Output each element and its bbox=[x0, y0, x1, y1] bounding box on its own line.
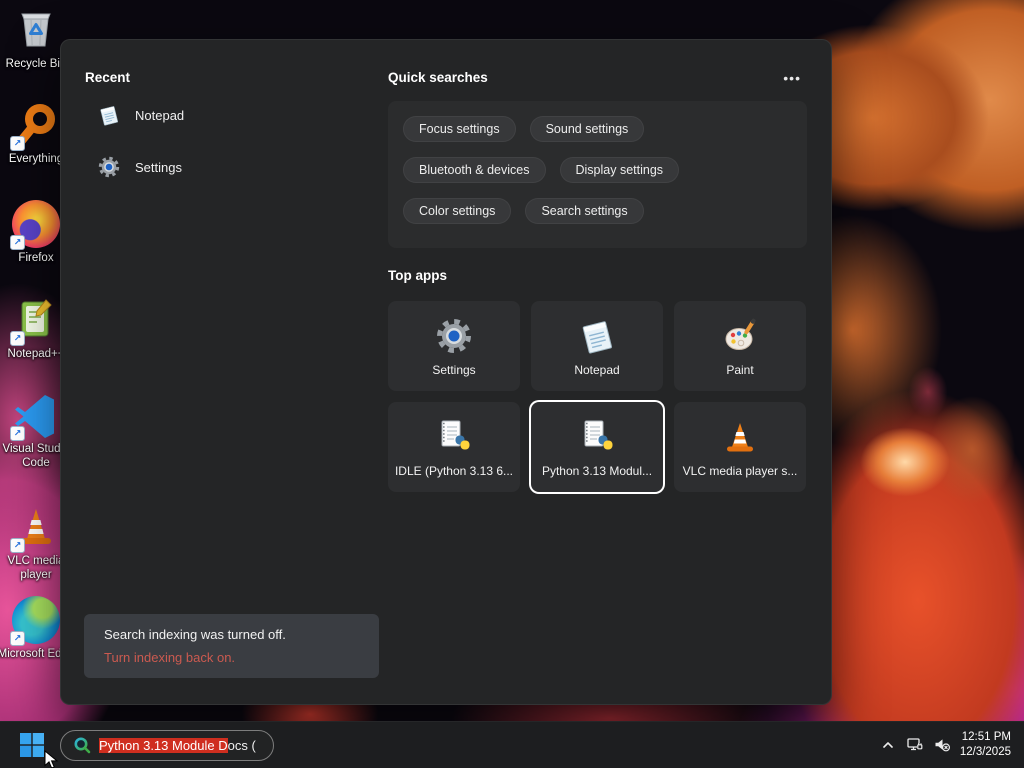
tile-label: VLC media player s... bbox=[682, 463, 798, 478]
paint-palette-icon bbox=[720, 316, 760, 356]
selected-query-text: Python 3.13 Module D bbox=[99, 737, 228, 753]
python-document-icon bbox=[577, 417, 617, 457]
recent-item-notepad[interactable]: Notepad bbox=[85, 93, 365, 137]
windows-logo-icon bbox=[20, 733, 44, 757]
taskbar: Python 3.13 Module Docs (12:51 PM 12/3/… bbox=[0, 721, 1024, 768]
unselected-query-text: ocs ( bbox=[227, 737, 256, 753]
recent-heading: Recent bbox=[85, 70, 131, 85]
tile-python-module-docs[interactable]: Python 3.13 Modul... bbox=[531, 402, 663, 492]
vlc-cone-icon bbox=[720, 417, 760, 457]
more-options-icon[interactable]: ••• bbox=[777, 71, 807, 85]
quick-search-pill[interactable]: Color settings bbox=[403, 198, 512, 224]
volume-muted-icon[interactable] bbox=[933, 736, 951, 754]
shortcut-arrow-icon: ↗ bbox=[10, 631, 25, 646]
indexing-notice-text: Search indexing was turned off. bbox=[104, 627, 286, 642]
taskbar-clock[interactable]: 12:51 PM 12/3/2025 bbox=[960, 730, 1011, 760]
clock-time: 12:51 PM bbox=[961, 731, 1011, 743]
recent-item-label: Notepad bbox=[135, 107, 185, 123]
tile-settings[interactable]: Settings bbox=[388, 301, 520, 391]
quick-searches-heading: Quick searches bbox=[388, 70, 488, 85]
everything-icon: ↗ bbox=[10, 101, 60, 151]
quick-search-pill[interactable]: Sound settings bbox=[529, 116, 645, 142]
shortcut-arrow-icon: ↗ bbox=[10, 538, 25, 553]
shortcut-arrow-icon: ↗ bbox=[10, 235, 25, 250]
tile-label: Notepad bbox=[574, 362, 620, 377]
shortcut-arrow-icon: ↗ bbox=[10, 331, 25, 346]
mouse-cursor bbox=[44, 750, 59, 768]
tile-vlc-skinned[interactable]: VLC media player s... bbox=[674, 402, 806, 492]
recent-item-settings[interactable]: Settings bbox=[85, 145, 365, 189]
windows-desktop: Recycle Bin ↗ Everything ↗ Firefox ↗ Not… bbox=[0, 0, 1024, 768]
system-tray: 12:51 PM 12/3/2025 bbox=[879, 730, 1024, 760]
gear-icon bbox=[434, 316, 474, 356]
search-query-text: Python 3.13 Module Docs ( bbox=[99, 737, 256, 753]
vscode-icon: ↗ bbox=[10, 391, 60, 441]
tile-idle-python[interactable]: IDLE (Python 3.13 6... bbox=[388, 402, 520, 492]
quick-searches-header: Quick searches ••• bbox=[388, 70, 807, 85]
shortcut-arrow-icon: ↗ bbox=[10, 136, 25, 151]
recent-section: Recent Notepad Settings bbox=[85, 70, 365, 189]
edge-icon: ↗ bbox=[10, 596, 60, 646]
search-flyout-panel: Recent Notepad Settings Quick searches •… bbox=[60, 39, 832, 705]
indexing-notice: Search indexing was turned off. Turn ind… bbox=[84, 614, 379, 678]
gear-icon bbox=[97, 155, 121, 179]
quick-search-pill[interactable]: Search settings bbox=[525, 198, 644, 224]
tile-label: IDLE (Python 3.13 6... bbox=[394, 463, 514, 478]
notepad-plus-plus-icon: ↗ bbox=[10, 296, 60, 346]
quick-search-pill[interactable]: Focus settings bbox=[403, 116, 516, 142]
tray-overflow-chevron-icon[interactable] bbox=[879, 736, 897, 754]
tile-label: Python 3.13 Modul... bbox=[541, 463, 653, 478]
notepad-icon bbox=[97, 103, 121, 127]
search-icon bbox=[74, 737, 91, 754]
firefox-icon: ↗ bbox=[10, 200, 60, 250]
top-apps-heading: Top apps bbox=[388, 268, 447, 283]
clock-date: 12/3/2025 bbox=[959, 746, 1011, 758]
quick-searches-box: Focus settings Sound settings Bluetooth … bbox=[388, 101, 807, 248]
network-ethernet-icon[interactable] bbox=[906, 736, 924, 754]
quick-search-pill[interactable]: Bluetooth & devices bbox=[403, 157, 546, 183]
recent-item-label: Settings bbox=[135, 159, 182, 175]
shortcut-arrow-icon: ↗ bbox=[10, 426, 25, 441]
tile-paint[interactable]: Paint bbox=[674, 301, 806, 391]
tile-label: Settings bbox=[432, 362, 476, 377]
tile-label: Paint bbox=[726, 362, 754, 377]
tile-notepad[interactable]: Notepad bbox=[531, 301, 663, 391]
taskbar-search-input[interactable]: Python 3.13 Module Docs ( bbox=[60, 729, 274, 761]
top-apps-grid: Settings Notepad Paint IDLE (Python 3.13… bbox=[388, 301, 806, 492]
vlc-icon: ↗ bbox=[10, 503, 60, 553]
python-document-icon bbox=[434, 417, 474, 457]
quick-search-pill[interactable]: Display settings bbox=[559, 157, 680, 183]
notepad-icon bbox=[577, 316, 617, 356]
turn-indexing-on-link[interactable]: Turn indexing back on. bbox=[104, 650, 359, 665]
recycle-bin-icon bbox=[12, 6, 60, 54]
